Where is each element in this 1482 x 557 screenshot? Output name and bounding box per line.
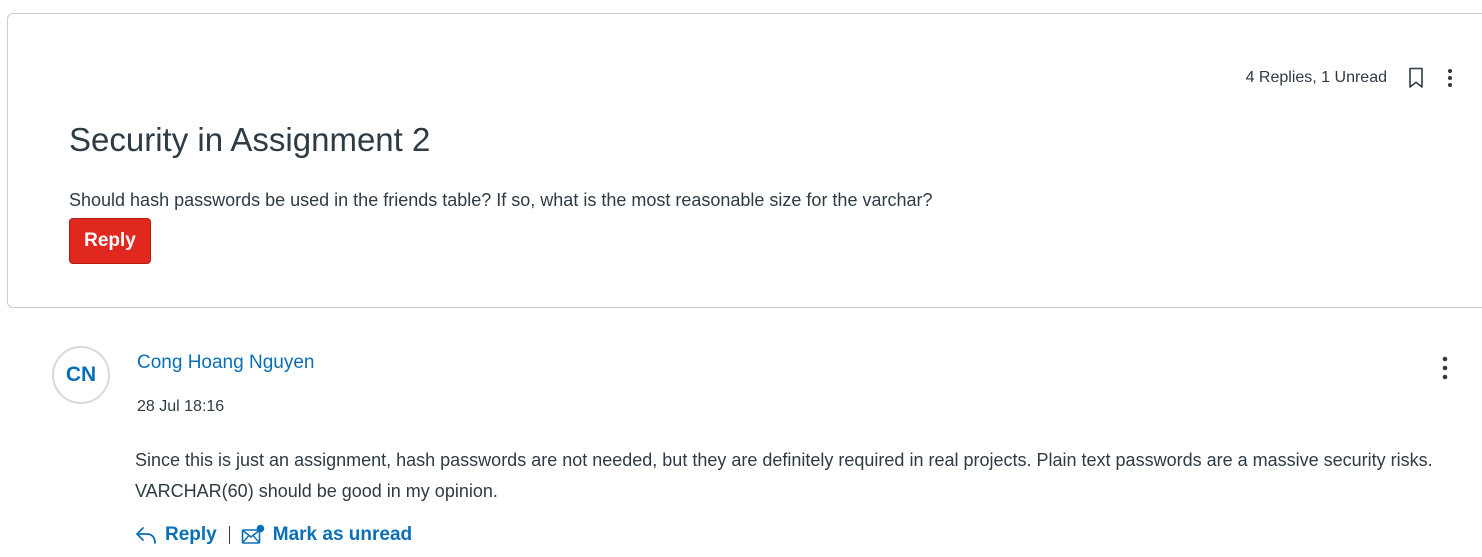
topic-meta-bar: 4 Replies, 1 Unread (1246, 66, 1461, 90)
kebab-menu-icon[interactable] (1434, 356, 1456, 380)
entry-reply-button[interactable]: Reply (135, 524, 217, 546)
entry-actions: Reply Mark as unread (135, 521, 412, 549)
mark-as-unread-label: Mark as unread (272, 524, 413, 545)
reply-count-summary: 4 Replies, 1 Unread (1245, 69, 1387, 86)
entry-message: Since this is just an assignment, hash p… (135, 450, 1433, 501)
topic-message: Should hash passwords be used in the fri… (69, 190, 933, 210)
mark-as-unread-button[interactable]: Mark as unread (241, 524, 412, 546)
author-name-link[interactable]: Cong Hoang Nguyen (137, 352, 314, 374)
kebab-menu-icon[interactable] (1439, 66, 1461, 90)
topic-reply-button[interactable]: Reply (69, 218, 151, 264)
reply-arrow-icon (136, 527, 156, 544)
entry-timestamp: 28 Jul 18:16 (137, 398, 225, 415)
bookmark-icon[interactable] (1405, 66, 1427, 90)
discussion-topic-card: 4 Replies, 1 Unread Security in Assignme… (7, 13, 1482, 308)
discussion-entry: CN Cong Hoang Nguyen 28 Jul 18:16 Since … (0, 308, 1482, 557)
mail-unread-icon (241, 524, 265, 544)
topic-title: Security in Assignment 2 (69, 121, 431, 158)
action-separator (228, 526, 230, 544)
entry-reply-label: Reply (165, 524, 217, 545)
avatar[interactable]: CN (52, 346, 110, 404)
